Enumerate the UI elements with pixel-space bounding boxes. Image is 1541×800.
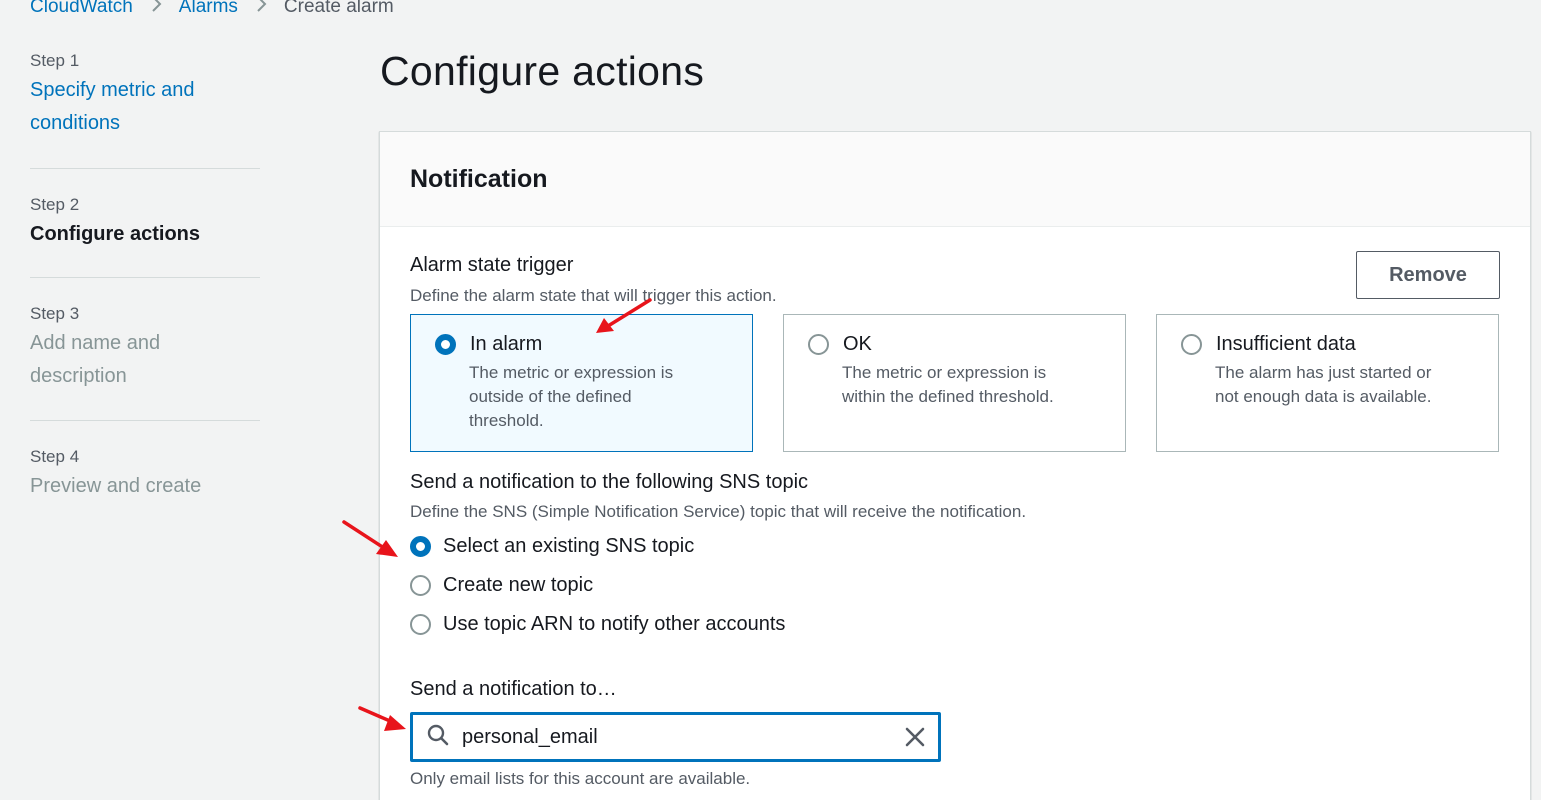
- step-number: Step 1: [30, 51, 80, 70]
- tile-in-alarm[interactable]: In alarm The metric or expression is out…: [410, 314, 753, 452]
- tile-description-line: threshold.: [469, 411, 544, 430]
- alarm-state-trigger-description: Define the alarm state that will trigger…: [410, 286, 777, 305]
- search-icon: [426, 723, 450, 752]
- breadcrumb-cloudwatch-link[interactable]: CloudWatch: [30, 0, 133, 18]
- step-title-line: Add name and: [30, 332, 161, 354]
- radio-use-topic-arn[interactable]: [410, 613, 431, 635]
- tile-description: The metric or expression is within the d…: [842, 361, 1105, 409]
- tile-label: OK: [843, 333, 872, 355]
- breadcrumb-current: Create alarm: [283, 0, 394, 17]
- wizard-step-3: Step 3 Add name and description: [30, 301, 260, 421]
- wizard-step-2: Step 2 Configure actions: [30, 192, 260, 278]
- step-1-link[interactable]: Specify metric and conditions: [30, 74, 260, 140]
- option-label: Select an existing SNS topic: [443, 534, 695, 557]
- alarm-state-trigger-label: Alarm state trigger: [410, 254, 574, 276]
- sns-topic-label: Send a notification to the following SNS…: [410, 471, 809, 493]
- step-number: Step 4: [30, 447, 80, 466]
- radio-ok[interactable]: [808, 334, 829, 355]
- tile-description-line: The metric or expression is: [842, 363, 1047, 382]
- wizard-step-4: Step 4 Preview and create: [30, 444, 260, 503]
- page-title: Configure actions: [380, 48, 705, 94]
- option-select-existing-topic[interactable]: Select an existing SNS topic: [410, 533, 694, 559]
- step-3-title: Add name and description: [30, 327, 260, 393]
- tile-insufficient-data[interactable]: Insufficient data The alarm has just sta…: [1156, 314, 1499, 452]
- tile-description-line: The metric or expression is: [469, 363, 674, 382]
- tile-description-line: not enough data is available.: [1215, 387, 1432, 406]
- tile-ok[interactable]: OK The metric or expression is within th…: [783, 314, 1126, 452]
- panel-title: Notification: [410, 164, 548, 193]
- sns-topic-description: Define the SNS (Simple Notification Serv…: [410, 502, 1027, 521]
- send-to-label: Send a notification to…: [410, 678, 617, 700]
- step-number: Step 3: [30, 304, 80, 323]
- option-create-new-topic[interactable]: Create new topic: [410, 572, 593, 598]
- step-4-title: Preview and create: [30, 475, 202, 497]
- step-number: Step 2: [30, 195, 80, 214]
- clear-icon[interactable]: [891, 714, 939, 760]
- step-title-line: conditions: [30, 112, 121, 134]
- tile-description-line: within the defined threshold.: [842, 387, 1054, 406]
- wizard-step-1: Step 1 Specify metric and conditions: [30, 48, 260, 169]
- tile-description: The metric or expression is outside of t…: [469, 361, 732, 433]
- step-title-line: description: [30, 365, 127, 387]
- option-use-topic-arn[interactable]: Use topic ARN to notify other accounts: [410, 611, 785, 637]
- notification-panel: Notification Alarm state trigger Define …: [379, 131, 1531, 800]
- option-label: Use topic ARN to notify other accounts: [443, 612, 786, 635]
- tile-description-line: outside of the defined: [469, 387, 632, 406]
- topic-search-input[interactable]: personal_email: [410, 712, 941, 762]
- wizard-steps: Step 1 Specify metric and conditions Ste…: [30, 48, 260, 503]
- tile-label: Insufficient data: [1216, 333, 1356, 355]
- radio-in-alarm[interactable]: [435, 334, 456, 355]
- step-title-line: Specify metric and: [30, 79, 195, 101]
- radio-insufficient-data[interactable]: [1181, 334, 1202, 355]
- tile-description-line: The alarm has just started or: [1215, 363, 1432, 382]
- step-2-title: Configure actions: [30, 223, 201, 245]
- send-to-hint: Only email lists for this account are av…: [410, 769, 751, 788]
- tile-description: The alarm has just started or not enough…: [1215, 361, 1478, 409]
- search-input-value[interactable]: personal_email: [462, 726, 891, 749]
- radio-select-existing-topic[interactable]: [410, 535, 431, 557]
- panel-header: Notification: [380, 132, 1530, 227]
- breadcrumb-alarms-link[interactable]: Alarms: [179, 0, 238, 18]
- tile-label: In alarm: [470, 333, 543, 355]
- radio-create-new-topic[interactable]: [410, 574, 431, 596]
- remove-button[interactable]: Remove: [1356, 251, 1500, 299]
- option-label: Create new topic: [443, 573, 594, 596]
- breadcrumb: CloudWatch Alarms Create alarm: [30, 0, 394, 20]
- chevron-right-icon: [151, 0, 163, 19]
- chevron-right-icon: [256, 0, 268, 19]
